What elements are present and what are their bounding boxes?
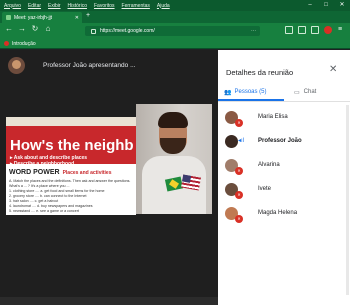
participant-row[interactable]: ✕ Alvarina — [218, 154, 350, 176]
browser-tab-meet[interactable]: Meet: yaz-irbjh-jjt ✕ — [2, 12, 82, 23]
mic-muted-icon: ✕ — [235, 118, 243, 127]
presenter-camera-video — [136, 104, 212, 214]
sidebar-icon[interactable] — [311, 26, 319, 34]
bookmark-icon — [4, 41, 9, 46]
menu-ferramentas[interactable]: Ferramentas — [122, 3, 150, 9]
menu-ajuda[interactable]: Ajuda — [157, 3, 170, 9]
participant-name: Alvarina — [258, 162, 280, 168]
mic-muted-icon: ✕ — [235, 166, 243, 175]
downloads-icon[interactable] — [285, 26, 293, 34]
tab-chat[interactable]: ▭ Chat — [284, 85, 350, 99]
menu-bar: Arquivo Editar Exibir Histórico Favorito… — [0, 0, 350, 11]
menu-icon[interactable]: ≡ — [338, 26, 346, 34]
bookmark-introducao[interactable]: Introdução — [12, 41, 36, 47]
presenter-avatar — [8, 57, 25, 74]
tab-people[interactable]: 👥 Pessoas (5) — [218, 85, 284, 99]
meet-favicon-icon — [6, 15, 11, 20]
new-tab-button[interactable]: + — [86, 12, 90, 19]
slide-header-strip — [6, 117, 136, 126]
window-controls: – □ ✕ — [302, 0, 350, 11]
url-text: https://meet.google.com/ — [100, 28, 155, 34]
mic-muted-icon: ✕ — [235, 214, 243, 223]
meeting-controls-bar[interactable] — [0, 297, 218, 305]
page-actions-icon[interactable]: ··· — [251, 28, 256, 34]
window-close-button[interactable]: ✕ — [334, 0, 350, 11]
tab-chat-label: Chat — [303, 89, 317, 95]
participant-row[interactable]: ✕ Maria Elisa — [218, 106, 350, 128]
menu-favoritos[interactable]: Favoritos — [94, 3, 115, 9]
people-icon: 👥 — [224, 89, 232, 96]
slide-text-line: What's a ... ? It's a place where you ..… — [9, 184, 70, 188]
slide-text-line: A. Match the places and the definitions.… — [9, 179, 131, 183]
participant-name: Magda Helena — [258, 210, 298, 216]
slide-text-line: 2. grocery store .... b. can connect to … — [9, 194, 87, 198]
url-bar[interactable]: https://meet.google.com/ ··· — [85, 26, 260, 36]
slide-bullet: ▸ Describe a neighborhood — [10, 161, 75, 167]
forward-icon[interactable]: → — [17, 24, 27, 33]
presenter-label: Professor João apresentando ... — [43, 62, 136, 69]
reload-icon[interactable]: ↻ — [30, 24, 40, 33]
participant-name: Ivete — [258, 186, 272, 192]
tab-close-icon[interactable]: ✕ — [75, 15, 79, 21]
extension-icon[interactable] — [324, 26, 332, 34]
tab-title: Meet: yaz-irbjh-jjt — [14, 14, 53, 21]
maximize-button[interactable]: □ — [318, 0, 334, 11]
mic-muted-icon: ✕ — [235, 190, 243, 199]
slide-section-title: WORD POWER Places and activities — [9, 169, 112, 176]
participant-name: Professor João — [258, 138, 302, 144]
slide-title: How's the neighb — [10, 137, 134, 154]
slide-text-line: 3. hair salon .... c. get a haircut — [9, 199, 59, 203]
slide-text-line: 1. clothing store .... a. get food and s… — [9, 189, 105, 193]
close-panel-icon[interactable]: ✕ — [329, 64, 337, 75]
minimize-button[interactable]: – — [302, 0, 318, 11]
participant-row[interactable]: ✕ Magda Helena — [218, 202, 350, 224]
tab-people-label: Pessoas (5) — [234, 89, 267, 95]
avatar — [225, 134, 238, 148]
avatar: ✕ — [225, 206, 243, 223]
presenter-bar: Professor João apresentando ... — [8, 57, 136, 74]
lock-icon — [91, 28, 96, 34]
avatar: ✕ — [225, 182, 243, 199]
menu-historico[interactable]: Histórico — [68, 3, 87, 9]
bookmarks-bar: Introdução — [0, 39, 350, 49]
speaking-indicator-icon: ◂ıl — [238, 138, 245, 144]
shared-slide: How's the neighb ▸ Ask about and describ… — [6, 117, 136, 215]
chat-icon: ▭ — [294, 89, 300, 96]
menu-exibir[interactable]: Exibir — [48, 3, 61, 9]
avatar: ✕ — [225, 110, 243, 127]
avatar: ✕ — [225, 158, 243, 175]
back-icon[interactable]: ← — [4, 24, 14, 33]
participant-row[interactable]: ✕ Ivete — [218, 178, 350, 200]
library-icon[interactable] — [298, 26, 306, 34]
home-icon[interactable]: ⌂ — [43, 24, 53, 33]
participant-name: Maria Elisa — [258, 114, 288, 120]
panel-scrollbar[interactable] — [346, 105, 349, 295]
panel-title: Detalhes da reunião — [226, 68, 294, 77]
menu-arquivo[interactable]: Arquivo — [4, 3, 21, 9]
slide-text-line: 4. laundromat .... d. buy newspapers and… — [9, 204, 93, 208]
divider — [218, 101, 350, 102]
menu-editar[interactable]: Editar — [28, 3, 41, 9]
slide-text-line: 5. newsstand .... e. see a game or a con… — [9, 209, 79, 213]
